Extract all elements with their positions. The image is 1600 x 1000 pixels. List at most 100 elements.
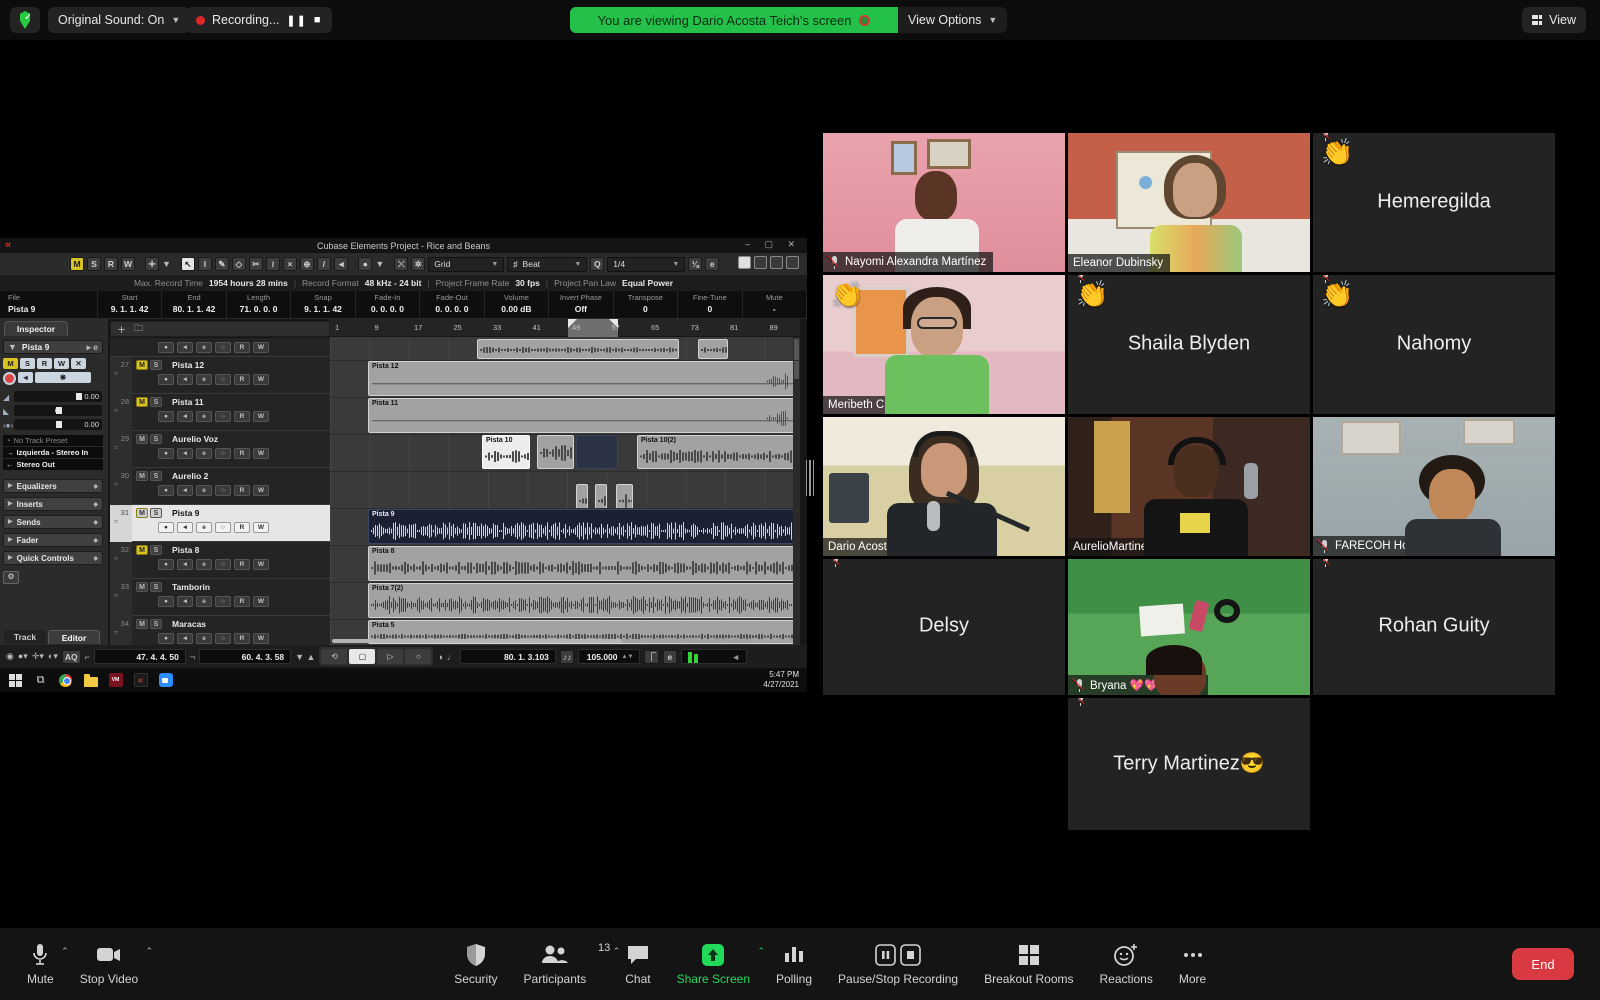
- inspector-settings-button[interactable]: ⚙: [3, 571, 19, 584]
- audio-clip[interactable]: [698, 339, 728, 359]
- solo-all-button[interactable]: S: [87, 257, 101, 271]
- audio-clip[interactable]: Pista 7(2): [368, 583, 800, 618]
- inspector-section-quick-controls[interactable]: ▶Quick Controls◈: [3, 551, 103, 565]
- track-list-header[interactable]: ＋🗀: [110, 321, 330, 337]
- click-button[interactable]: ⎾: [644, 650, 659, 664]
- participant-tile[interactable]: 👏Meribeth Chavarria: [823, 275, 1065, 414]
- grid-type-dropdown[interactable]: Grid▼: [428, 257, 504, 272]
- output-routing-row[interactable]: ←Stereo Out: [3, 459, 103, 470]
- participant-tile[interactable]: Terry Martinez😎: [1068, 698, 1310, 830]
- participant-tile[interactable]: Delsy: [823, 559, 1065, 695]
- pan-fader[interactable]: C: [14, 405, 102, 416]
- erase-tool[interactable]: ◇: [232, 257, 246, 271]
- info-line-column[interactable]: Volume0.00 dB: [485, 291, 549, 318]
- reactions-button[interactable]: Reactions: [1086, 932, 1165, 996]
- participant-tile[interactable]: Rohan Guity: [1313, 559, 1555, 695]
- info-line-column[interactable]: Snap9. 1. 1. 42: [291, 291, 355, 318]
- mute-tool[interactable]: ×: [283, 257, 297, 271]
- audio-clip[interactable]: Pista 12: [368, 361, 800, 396]
- inspector-tab[interactable]: Inspector: [4, 321, 68, 336]
- original-sound-toggle[interactable]: Original Sound: On ▼: [48, 7, 190, 33]
- participants-button[interactable]: 13 ⌃ Participants: [511, 932, 613, 996]
- read-all-button[interactable]: R: [104, 257, 118, 271]
- audio-clip[interactable]: Pista 9: [368, 509, 800, 544]
- pause-recording-button[interactable]: ❚❚: [286, 14, 306, 27]
- participant-tile[interactable]: Dario Acosta Teich: [823, 417, 1065, 556]
- track-solo-chip[interactable]: S: [150, 619, 162, 629]
- window-controls[interactable]: – ▢ ✕: [745, 239, 801, 250]
- stop-button[interactable]: ▢: [349, 649, 375, 664]
- quantize-q-button[interactable]: Q: [590, 257, 604, 271]
- vertical-scrollbar[interactable]: [793, 337, 800, 645]
- participant-tile[interactable]: AurelioMartinezSuazo: [1068, 417, 1310, 556]
- monitor-button[interactable]: ◄: [18, 372, 33, 383]
- info-line-column[interactable]: Mute-: [743, 291, 807, 318]
- file-explorer-icon[interactable]: [83, 673, 98, 688]
- range-tool[interactable]: I: [198, 257, 212, 271]
- inspector-track-header[interactable]: ▼Pista 9 ▸ e: [3, 340, 103, 354]
- chat-button[interactable]: Chat: [612, 932, 663, 996]
- tempo-field[interactable]: 105.000▲▼: [578, 649, 640, 664]
- glue-tool[interactable]: ≀: [266, 257, 280, 271]
- video-options-chevron[interactable]: ⌃: [146, 946, 154, 957]
- track-solo-chip[interactable]: S: [150, 508, 162, 518]
- pan-knob[interactable]: [56, 407, 62, 414]
- arrange-area[interactable]: 1917253341495765738189 Pista 12Pista 11P…: [330, 319, 800, 645]
- play-button[interactable]: ▷: [377, 649, 403, 664]
- cycle-button[interactable]: ⟲: [321, 649, 347, 664]
- audio-clip[interactable]: Pista 8: [368, 546, 800, 581]
- record-enable-button[interactable]: [3, 372, 16, 385]
- stop-video-button[interactable]: ⌃ Stop Video: [67, 932, 152, 996]
- track-row[interactable]: 30≈MSAurelio 2●◄e○RW: [110, 468, 330, 505]
- track-edit-channel-button[interactable]: ✕: [71, 358, 86, 369]
- write-all-button[interactable]: W: [121, 257, 135, 271]
- window-layout-buttons[interactable]: [738, 256, 799, 269]
- track-solo-chip[interactable]: S: [150, 545, 162, 555]
- volume-knob[interactable]: [76, 393, 82, 400]
- split-tool[interactable]: ✂: [249, 257, 263, 271]
- preroll-icon[interactable]: ◐▾: [48, 651, 58, 662]
- crossfade-icon[interactable]: ✛▾: [32, 651, 44, 662]
- track-mute-chip[interactable]: M: [136, 397, 148, 407]
- input-routing-row[interactable]: →Izquierda - Stereo In: [3, 447, 103, 458]
- iterative-quantize-button[interactable]: ⅛: [688, 257, 702, 271]
- pause-stop-recording-button[interactable]: Pause/Stop Recording: [825, 932, 971, 996]
- participant-tile[interactable]: Bryana 💖💖💖🤟😁: [1068, 559, 1310, 695]
- participant-tile[interactable]: Eleanor Dubinsky: [1068, 133, 1310, 272]
- track-mute-button[interactable]: M: [3, 358, 18, 369]
- track-row[interactable]: 27≈MSPista 12●◄e○RW: [110, 357, 330, 394]
- chrome-icon[interactable]: [58, 673, 73, 688]
- zoom-tool[interactable]: ⊕: [300, 257, 314, 271]
- task-view-button[interactable]: ⧉: [33, 673, 48, 688]
- voicemeeter-icon[interactable]: VM: [108, 673, 123, 688]
- layout-lower-zone-button[interactable]: [754, 256, 767, 269]
- track-mute-chip[interactable]: M: [136, 471, 148, 481]
- transport-gear-icon[interactable]: ◉: [6, 651, 14, 662]
- system-clock[interactable]: 5:47 PM 4/27/2021: [763, 670, 799, 690]
- track-mute-chip[interactable]: M: [136, 360, 148, 370]
- audio-clip[interactable]: [576, 435, 618, 469]
- track-mute-chip[interactable]: M: [136, 508, 148, 518]
- line-tool[interactable]: /: [317, 257, 331, 271]
- click-settings-button[interactable]: e: [663, 650, 677, 664]
- select-tool[interactable]: ↖: [181, 257, 195, 271]
- tab-track[interactable]: Track: [4, 630, 46, 644]
- track-solo-chip[interactable]: S: [150, 582, 162, 592]
- track-mute-chip[interactable]: M: [136, 582, 148, 592]
- participant-tile[interactable]: 👏Hemeregilda: [1313, 133, 1555, 272]
- mute-all-button[interactable]: M: [70, 257, 84, 271]
- info-line-column[interactable]: FilePista 9: [0, 291, 98, 318]
- left-locator-field[interactable]: 47. 4. 4. 50: [94, 649, 186, 664]
- audition-icon[interactable]: ◑: [437, 652, 442, 662]
- freeze-button[interactable]: ❋: [35, 372, 91, 383]
- audio-clip[interactable]: Pista 11: [368, 398, 800, 433]
- audio-clip[interactable]: [537, 435, 574, 469]
- grid-mode-dropdown[interactable]: ♯Beat▼: [507, 257, 587, 272]
- track-row-partial[interactable]: ●◄e○RW: [110, 338, 330, 357]
- delay-fader[interactable]: 0.00: [14, 419, 102, 430]
- share-screen-button[interactable]: ⌃ Share Screen: [664, 932, 763, 996]
- track-write-button[interactable]: W: [54, 358, 69, 369]
- info-line-column[interactable]: Fine-Tune0: [678, 291, 742, 318]
- inspector-section-fader[interactable]: ▶Fader◈: [3, 533, 103, 547]
- info-line-column[interactable]: Transpose0: [614, 291, 678, 318]
